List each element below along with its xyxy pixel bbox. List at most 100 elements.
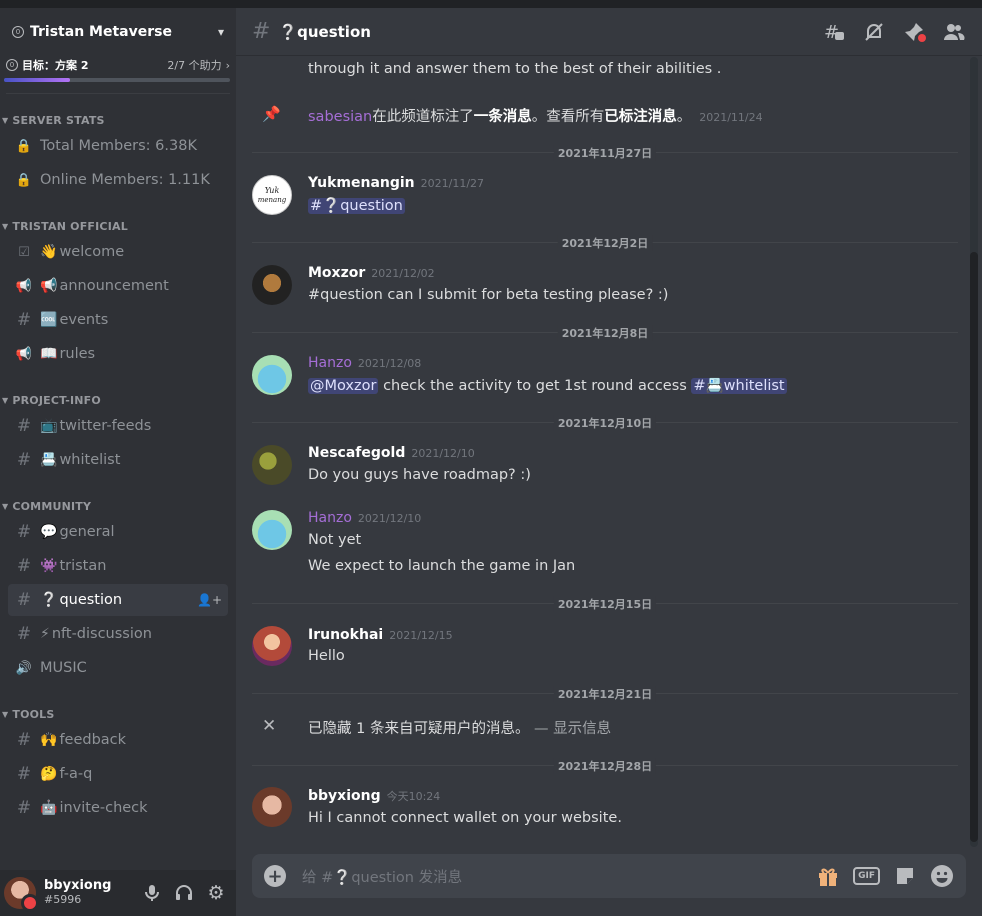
channel-general[interactable]: # 💬 general [8,516,228,548]
date-divider: 2021年12月21日 [252,686,958,702]
hash-icon: # [16,764,32,784]
megaphone-icon: 📢 [15,346,33,362]
boost-goal[interactable]: 0 目标：方案 2 2/7 个助力 › [0,56,236,74]
author-name[interactable]: Yukmenangin [308,175,415,191]
author-name[interactable]: Moxzor [308,265,365,281]
rules-icon: ☑ [18,244,30,260]
message-header: Yukmenangin 2021/11/27 [308,175,484,191]
channel-events[interactable]: # 🆒 events [8,304,228,336]
channel-mention[interactable]: #❔question [308,198,405,214]
message-list[interactable]: through it and answer them to the best o… [236,57,982,847]
channel-nft-discussion[interactable]: # ⚡ nft-discussion [8,618,228,650]
channel-label: events [59,312,109,328]
hash-icon: # [16,730,32,750]
avatar[interactable] [252,510,292,550]
sticker-icon[interactable] [894,864,916,888]
avatar[interactable] [4,877,39,912]
channel-tristan[interactable]: # 👾 tristan [8,550,228,582]
plus-icon[interactable]: + [264,865,286,887]
chevron-down-icon[interactable]: ▾ [218,25,224,39]
category-header[interactable]: ▼ TOOLS [0,706,236,722]
channel-feedback[interactable]: # 🙌 feedback [8,724,228,756]
pinner-name[interactable]: sabesian [308,109,372,125]
channel-total-members-6-38k[interactable]: 🔒 Total Members: 6.38K [8,130,228,162]
category-header[interactable]: ▼ PROJECT-INFO [0,392,236,408]
channel-label: question [59,592,123,608]
show-message-link[interactable]: 显示信息 [553,721,611,737]
hash-icon: # [16,416,32,436]
avatar[interactable] [252,787,292,827]
channel-label: f-a-q [59,766,93,782]
channel-online-members-1-11k[interactable]: 🔒 Online Members: 1.11K [8,164,228,196]
avatar[interactable] [252,265,292,305]
emoji-icon[interactable] [930,864,954,888]
pin-link-all[interactable]: 已标注消息 [604,109,677,125]
hash-icon: # [16,624,32,644]
pin-link-message[interactable]: 一条消息 [474,109,532,125]
author-name[interactable]: Hanzo [308,510,352,526]
create-invite-icon[interactable]: 👤+ [197,593,222,607]
channel-label: invite-check [59,800,148,816]
date-label: 2021年11月27日 [553,145,657,161]
gif-icon[interactable]: GIF [853,864,880,888]
author-name[interactable]: Irunokhai [308,627,383,643]
channel-header: # ❔question # [236,8,982,56]
author-name[interactable]: Nescafegold [308,445,405,461]
server-header[interactable]: 0 Tristan Metaverse ▾ [0,8,236,56]
channel-label: Total Members: 6.38K [40,138,197,154]
avatar[interactable] [252,355,292,395]
message-text: #question can I submit for beta testing … [308,287,669,303]
scrollbar-thumb[interactable] [970,252,978,842]
hash-icon: # [16,798,32,818]
channel-music[interactable]: 🔊 MUSIC [8,652,228,684]
channel-twitter-feeds[interactable]: # 📺 twitter-feeds [8,410,228,442]
message-body: check the activity to get 1st round acce… [378,378,692,394]
channel-invite-check[interactable]: # 🤖 invite-check [8,792,228,824]
gear-icon[interactable]: ⚙ [200,877,232,909]
member-list-icon[interactable] [942,20,966,44]
channel-label: announcement [59,278,169,294]
channel-whitelist[interactable]: # 📇 whitelist [8,444,228,476]
avatar[interactable]: Yuk menang [252,175,292,215]
svg-text:Yuk: Yuk [265,186,280,195]
message-header: Hanzo 2021/12/10 [308,510,421,526]
message-input[interactable]: 给 #❔question 发消息 [302,866,817,887]
category-header[interactable]: ▼ COMMUNITY [0,498,236,514]
chevron-down-icon: ▼ [2,115,9,125]
mute-bell-icon[interactable] [862,20,886,44]
channel-announcement[interactable]: 📢 📢 announcement [8,270,228,302]
date-label: 2021年12月10日 [553,415,657,431]
message-text: Hi I cannot connect wallet on your websi… [308,810,622,826]
user-mention[interactable]: @Moxzor [308,378,379,394]
chat-area: # ❔question # through it and answer them… [236,8,982,916]
channel-rules[interactable]: 📢 📖 rules [8,338,228,370]
headphones-icon[interactable] [168,877,200,909]
user-tag: #5996 [44,893,82,907]
avatar[interactable] [252,445,292,485]
channel-label: general [59,524,115,540]
channel-question[interactable]: # ❔ question 👤+ [8,584,228,616]
channel-list: ▼ SERVER STATS 🔒 Total Members: 6.38K 🔒 Onlin… [0,112,236,824]
author-name[interactable]: Hanzo [308,355,352,371]
category-header[interactable]: ▼ TRISTAN OFFICIAL [0,218,236,234]
unread-dot [918,33,926,42]
message-composer: + 给 #❔question 发消息 GIF [252,854,966,898]
channel-f-a-q[interactable]: # 🤔 f-a-q [8,758,228,790]
blocked-dash: — [529,721,554,737]
gift-icon[interactable] [817,864,839,888]
microphone-icon[interactable] [136,877,168,909]
author-name[interactable]: bbyxiong [308,788,381,804]
threads-icon[interactable]: # [822,20,846,44]
channel-mention[interactable]: #📇whitelist [691,378,787,394]
user-names[interactable]: bbyxiong #5996 [44,878,136,907]
category-header[interactable]: ▼ SERVER STATS [0,112,236,128]
chevron-down-icon: ▼ [2,395,9,405]
message-text: Hello [308,648,345,664]
avatar[interactable] [252,626,292,666]
channel-welcome[interactable]: ☑ 👋 welcome [8,236,228,268]
timestamp: 2021/11/27 [420,177,485,190]
message-text: through it and answer them to the best o… [308,61,722,77]
timestamp: 2021/12/02 [371,267,435,280]
date-divider: 2021年12月8日 [252,325,958,341]
pin-icon[interactable] [902,20,926,44]
